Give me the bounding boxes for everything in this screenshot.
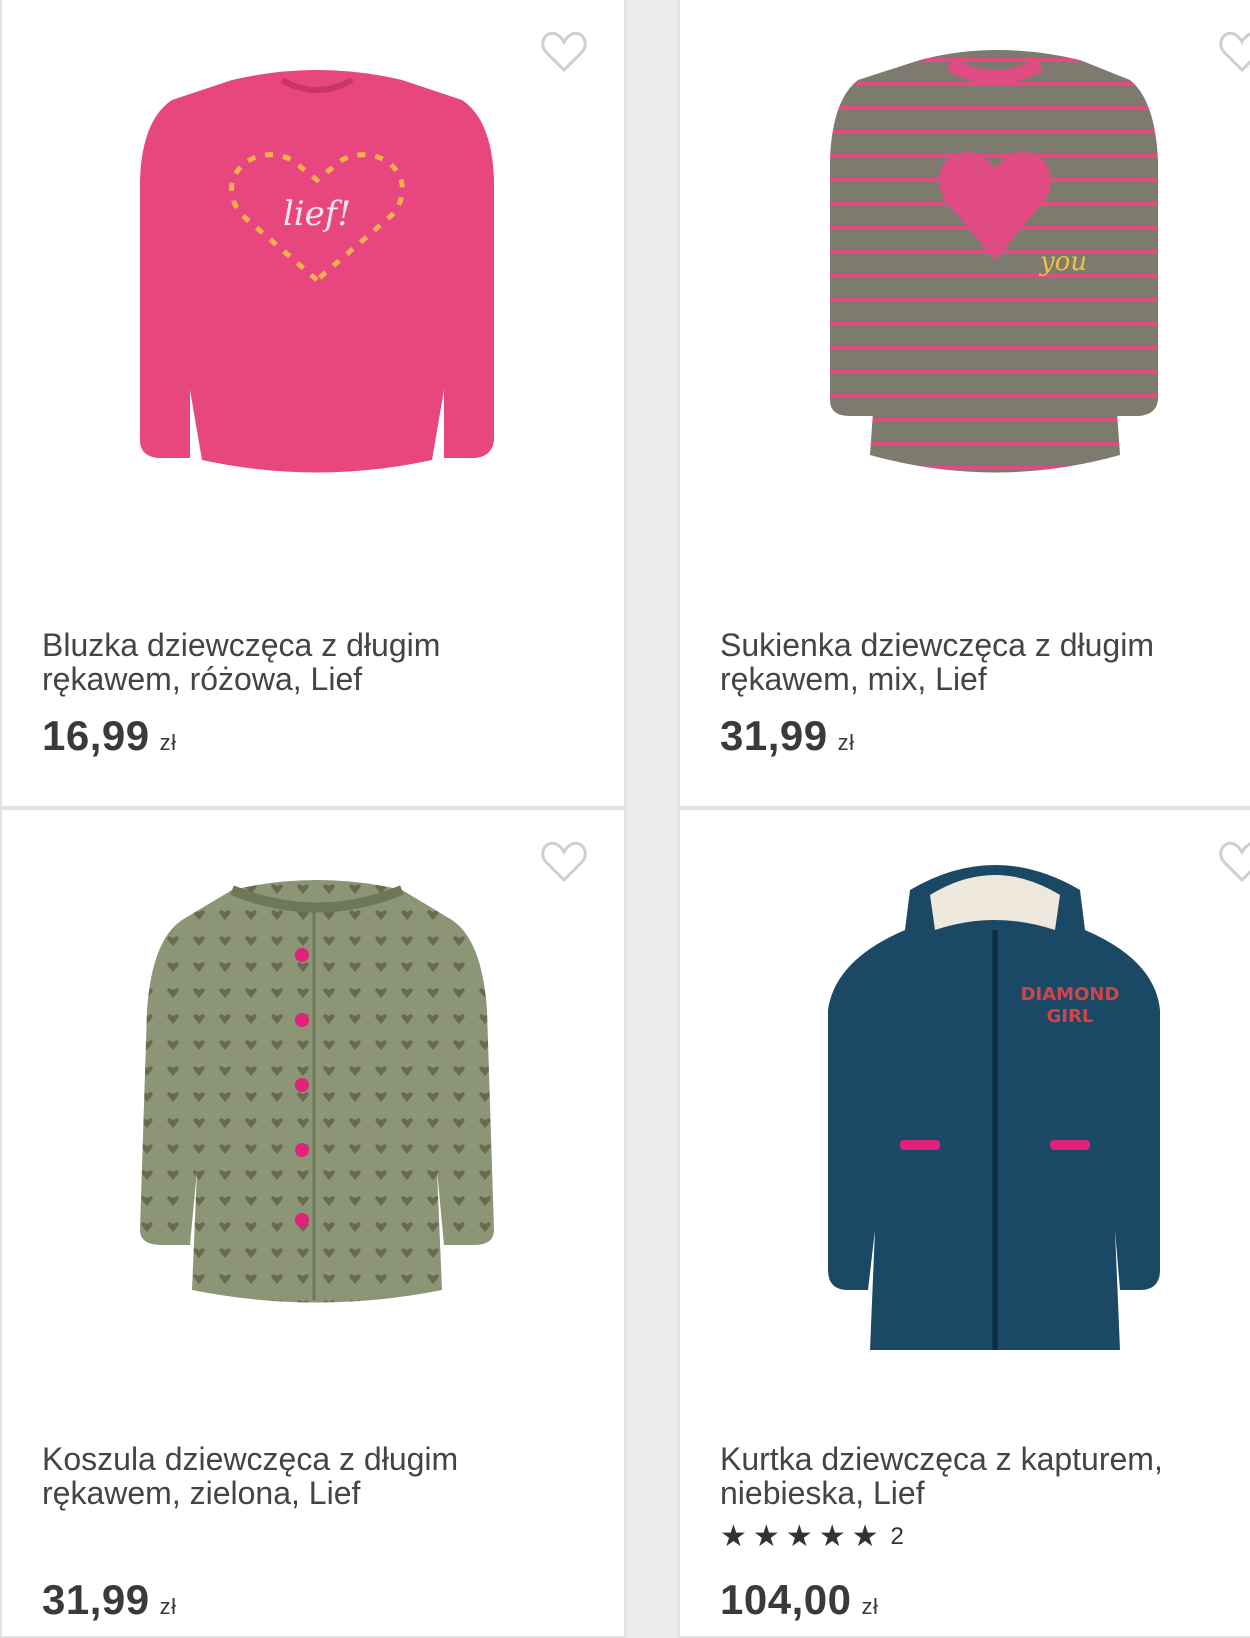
product-image[interactable]: DIAMOND GIRL [760,850,1230,1350]
product-price: 31,99 zł [42,1576,177,1624]
green-shirt-image [140,880,494,1303]
price-value: 16,99 [42,712,150,759]
rating-stars[interactable]: ★ ★ ★ ★ ★ 2 [720,1522,904,1552]
striped-dress-heart-image: you [830,50,1158,473]
product-image[interactable]: you [760,40,1230,540]
star-icon: ★ [720,1520,747,1553]
price-currency: zł [159,730,177,755]
product-title[interactable]: Koszula dziewczęca z długim rękawem, zie… [42,1442,562,1510]
product-price: 104,00 zł [720,1576,878,1624]
product-image[interactable] [82,850,552,1350]
svg-text:DIAMOND: DIAMOND [1021,984,1120,1005]
price-currency: zł [837,730,855,755]
product-grid: lief! Bluzka dziewczęca z długim rękawem… [0,0,1250,1638]
star-icon: ★ [785,1520,813,1553]
product-title[interactable]: Sukienka dziewczęca z długim rękawem, mi… [720,628,1240,696]
product-card[interactable]: lief! Bluzka dziewczęca z długim rękawem… [0,0,626,808]
product-card[interactable]: you Sukienka dziewczęca z długim rękawem… [678,0,1250,808]
price-value: 104,00 [720,1576,852,1623]
product-card[interactable]: DIAMOND GIRL Kurtka dziewczęca z kapture… [678,808,1250,1638]
star-icon: ★ [851,1520,879,1553]
product-title[interactable]: Kurtka dziewczęca z kapturem, niebieska,… [720,1442,1240,1510]
star-icon: ★ [752,1520,780,1553]
price-currency: zł [159,1594,177,1619]
price-value: 31,99 [42,1576,150,1623]
svg-text:lief!: lief! [283,194,351,234]
pink-sweatshirt-heart-image: lief! [140,70,494,473]
product-image[interactable]: lief! [82,40,552,540]
svg-text:GIRL: GIRL [1047,1006,1094,1027]
product-title[interactable]: Bluzka dziewczęca z długim rękawem, różo… [42,628,562,696]
product-price: 31,99 zł [720,712,855,760]
product-card[interactable]: Koszula dziewczęca z długim rękawem, zie… [0,808,626,1638]
svg-text:you: you [1039,247,1087,277]
star-icon: ★ [818,1520,846,1553]
product-price: 16,99 zł [42,712,177,760]
blue-hooded-jacket-image: DIAMOND GIRL [828,865,1160,1350]
price-currency: zł [861,1594,879,1619]
price-value: 31,99 [720,712,828,759]
rating-count: 2 [890,1523,904,1550]
